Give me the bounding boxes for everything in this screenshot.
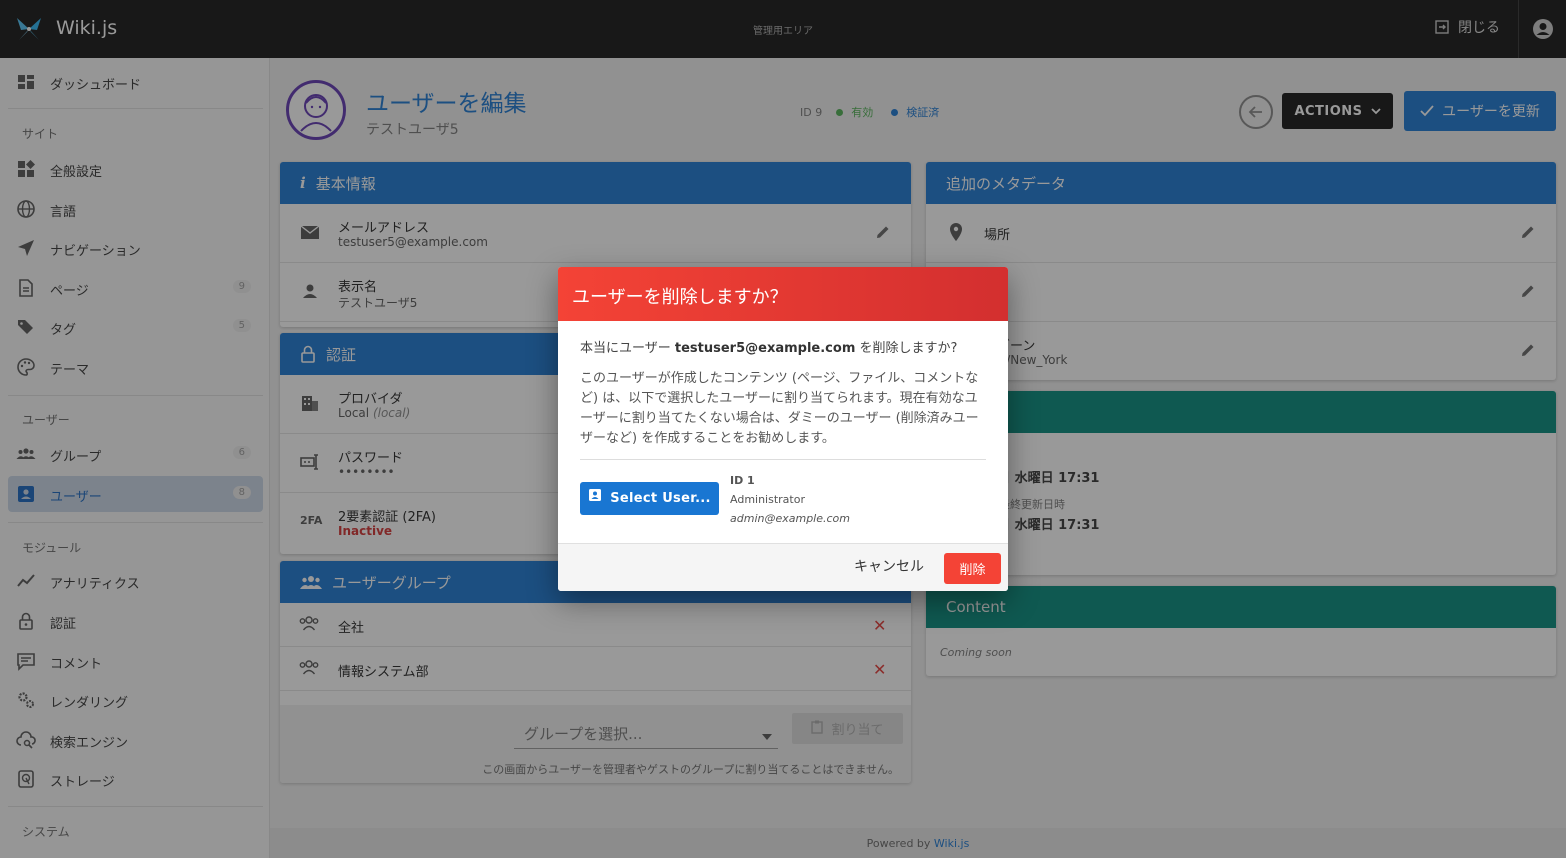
delete-user-dialog: ユーザーを削除しますか？ 本当にユーザー testuser5@example.c… <box>558 267 1008 591</box>
cancel-button[interactable]: キャンセル <box>854 556 924 576</box>
dialog-explanation: このユーザーが作成したコンテンツ (ページ、ファイル、コメントなど) は、以下で… <box>580 371 979 446</box>
account-box-icon <box>588 488 602 509</box>
selected-user-id: ID 1 <box>730 474 755 487</box>
select-user-button[interactable]: Select User... <box>580 482 719 515</box>
dialog-body: 本当にユーザー testuser5@example.com を削除しますか? こ… <box>558 321 1008 543</box>
question-prefix: 本当にユーザー <box>580 341 671 356</box>
question-email: testuser5@example.com <box>674 341 856 356</box>
dialog-title: ユーザーを削除しますか？ <box>558 267 1008 321</box>
question-suffix: を削除しますか? <box>859 341 958 356</box>
select-user-label: Select User... <box>610 490 711 506</box>
selected-user-email: admin@example.com <box>730 512 850 525</box>
dialog-footer: キャンセル 削除 <box>558 543 1008 591</box>
selected-user-name: Administrator <box>730 493 805 506</box>
delete-button[interactable]: 削除 <box>944 553 1001 584</box>
dialog-divider <box>580 459 986 460</box>
dialog-question: 本当にユーザー testuser5@example.com を削除しますか? <box>580 339 986 359</box>
